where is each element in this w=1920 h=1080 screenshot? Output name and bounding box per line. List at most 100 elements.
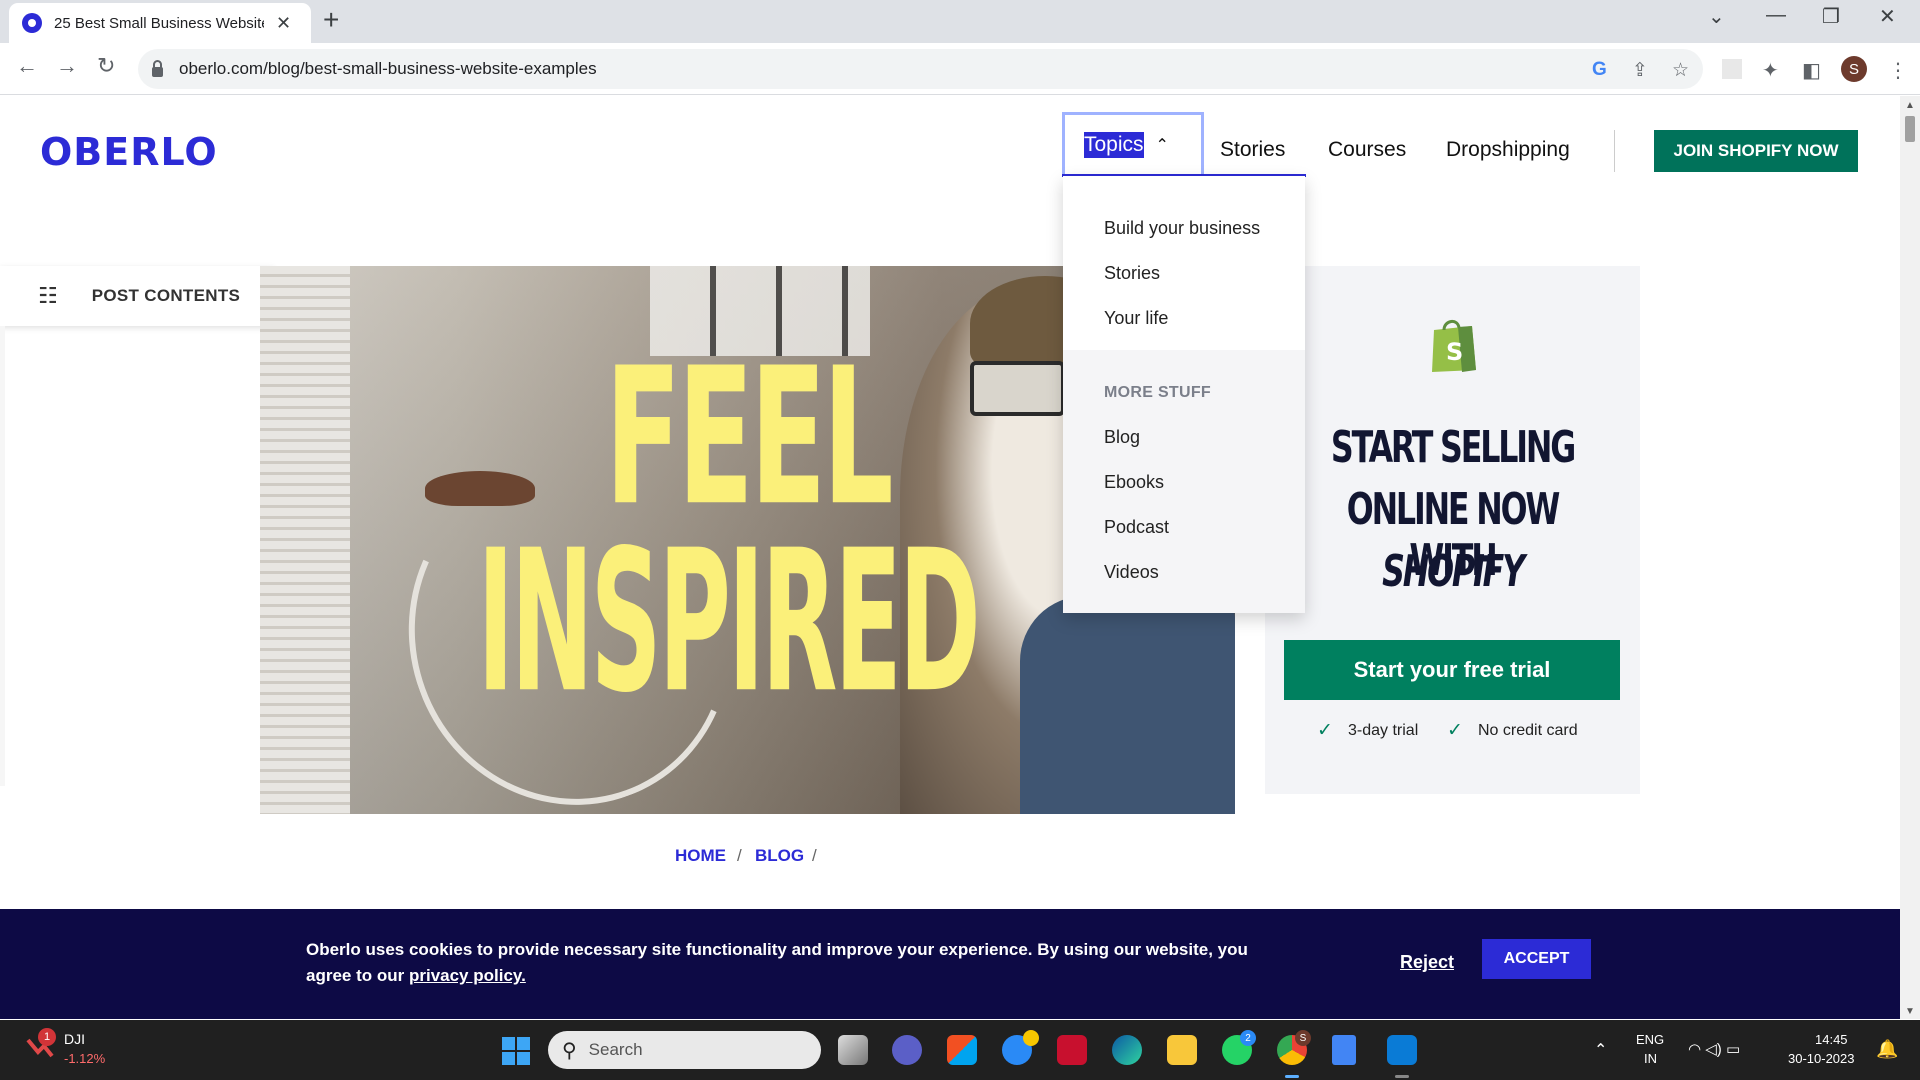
restore-icon[interactable]: ❐ — [1822, 4, 1840, 29]
trial-feature-2: No credit card — [1478, 722, 1578, 739]
post-contents-rail — [0, 326, 5, 786]
clock-date[interactable]: 30-10-2023 — [1788, 1051, 1855, 1066]
wifi-volume-battery-icon[interactable]: ◠ ◁) ▭ — [1688, 1040, 1740, 1058]
privacy-policy-link[interactable]: privacy policy. — [409, 966, 526, 985]
taskbar-search-placeholder: Search — [588, 1040, 643, 1059]
check-icon: ✓ — [1317, 720, 1333, 741]
side-panel-icon[interactable]: ◧ — [1802, 58, 1821, 83]
post-contents-label: POST CONTENTS — [91, 286, 241, 305]
reload-icon[interactable]: ↻ — [97, 53, 115, 79]
nav-topics-label: Topics — [1084, 131, 1144, 158]
join-shopify-button[interactable]: JOIN SHOPIFY NOW — [1654, 130, 1858, 172]
nav-stories[interactable]: Stories — [1220, 138, 1285, 162]
dropdown-item-blog[interactable]: Blog — [1104, 427, 1140, 448]
hero-jeans — [1020, 596, 1235, 814]
url-text[interactable]: oberlo.com/blog/best-small-business-webs… — [179, 59, 597, 79]
dropdown-item-build-your-business[interactable]: Build your business — [1104, 218, 1260, 239]
forward-icon[interactable]: → — [56, 53, 78, 79]
tab-search-chevron-icon[interactable]: ⌄ — [1708, 4, 1725, 29]
mcafee-icon[interactable] — [1057, 1035, 1087, 1065]
numbered-list-icon: ☷ — [38, 283, 58, 308]
edge-icon[interactable] — [1112, 1035, 1142, 1065]
oberlo-logo[interactable]: OBERLO — [40, 130, 218, 174]
stock-badge: 1 — [38, 1028, 56, 1046]
extensions-puzzle-icon[interactable]: ✦ — [1762, 58, 1779, 83]
back-icon[interactable]: ← — [16, 53, 38, 79]
language-code[interactable]: ENG — [1636, 1032, 1664, 1047]
minimize-icon[interactable]: — — [1766, 4, 1786, 27]
post-contents-toggle[interactable]: ☷ POST CONTENTS — [0, 266, 274, 326]
share-icon[interactable]: ⇪ — [1632, 59, 1648, 82]
oberlo-favicon-icon — [22, 13, 42, 33]
browser-menu-icon[interactable]: ⋮ — [1888, 58, 1908, 83]
breadcrumb-blog[interactable]: BLOG — [755, 846, 804, 866]
window-close-icon[interactable]: ✕ — [1879, 4, 1896, 29]
promo-headline-line3: SHOPIFY — [1382, 546, 1525, 597]
shopify-promo-card: S START SELLING ONLINE NOW WITH SHOPIFY … — [1265, 266, 1640, 794]
help-badge — [1023, 1030, 1039, 1046]
windows-taskbar: 1 DJI -1.12% ⚲ Search 2 S ⌃ ENG IN ◠ ◁) … — [0, 1020, 1920, 1080]
dropdown-item-videos[interactable]: Videos — [1104, 562, 1159, 583]
bookmark-star-icon[interactable]: ☆ — [1672, 59, 1689, 82]
hero-window-blinds — [260, 266, 350, 814]
teams-chat-icon[interactable] — [892, 1035, 922, 1065]
browser-tabstrip: 25 Best Small Business Website I ✕ + ⌄ —… — [0, 0, 1920, 43]
file-explorer-icon[interactable] — [1167, 1035, 1197, 1065]
cookie-banner: Oberlo uses cookies to provide necessary… — [0, 909, 1900, 1019]
lock-icon[interactable] — [152, 60, 163, 77]
chrome-active-indicator — [1285, 1075, 1299, 1078]
tray-overflow-chevron-icon[interactable]: ⌃ — [1594, 1040, 1607, 1060]
breadcrumb-separator: / — [812, 846, 817, 865]
shopify-bag-icon: S — [1432, 320, 1476, 372]
tab-close-icon[interactable]: ✕ — [276, 13, 291, 34]
breadcrumb-separator: / — [737, 846, 742, 865]
nav-topics[interactable]: Topics ⌃ — [1062, 112, 1204, 174]
google-lens-icon[interactable]: G — [1592, 59, 1607, 81]
scrollbar-thumb[interactable] — [1905, 116, 1915, 142]
accept-cookies-button[interactable]: ACCEPT — [1482, 939, 1591, 979]
address-bar[interactable]: oberlo.com/blog/best-small-business-webs… — [138, 49, 1703, 89]
nav-dropshipping[interactable]: Dropshipping — [1446, 138, 1570, 162]
vscode-icon[interactable] — [1387, 1035, 1417, 1065]
clock-time[interactable]: 14:45 — [1815, 1032, 1848, 1047]
new-tab-button[interactable]: + — [323, 4, 339, 36]
check-icon: ✓ — [1447, 720, 1463, 741]
svg-text:S: S — [1446, 338, 1463, 366]
vscode-running-indicator — [1395, 1075, 1409, 1078]
tab-title: 25 Best Small Business Website I — [54, 14, 264, 32]
whatsapp-badge: 2 — [1240, 1030, 1256, 1046]
dropdown-item-your-life[interactable]: Your life — [1104, 308, 1168, 329]
notification-bell-icon[interactable]: 🔔 — [1876, 1039, 1898, 1060]
dropdown-item-ebooks[interactable]: Ebooks — [1104, 472, 1164, 493]
breadcrumb-home[interactable]: HOME — [675, 846, 726, 866]
nav-divider — [1614, 130, 1615, 172]
taskbar-search[interactable]: ⚲ Search — [548, 1031, 821, 1069]
chrome-profile-badge: S — [1295, 1030, 1311, 1046]
google-docs-icon[interactable] — [1332, 1035, 1356, 1065]
scroll-down-icon[interactable]: ▼ — [1905, 1006, 1915, 1017]
browser-tab[interactable]: 25 Best Small Business Website I ✕ — [9, 3, 311, 43]
page-scrollbar[interactable]: ▲ ▼ — [1900, 96, 1920, 1019]
cookie-message: Oberlo uses cookies to provide necessary… — [306, 937, 1266, 989]
dropdown-item-stories[interactable]: Stories — [1104, 263, 1160, 284]
microsoft-store-icon[interactable] — [947, 1035, 977, 1065]
dropdown-item-podcast[interactable]: Podcast — [1104, 517, 1169, 538]
promo-headline-line1: START SELLING — [1330, 422, 1576, 473]
topics-dropdown-menu: Build your business Stories Your life MO… — [1063, 176, 1305, 613]
windows-start-icon[interactable] — [502, 1037, 530, 1065]
language-region[interactable]: IN — [1644, 1051, 1657, 1066]
nav-courses[interactable]: Courses — [1328, 138, 1406, 162]
profile-avatar[interactable]: S — [1841, 56, 1867, 82]
chevron-up-icon: ⌃ — [1155, 136, 1169, 154]
stock-change[interactable]: -1.12% — [64, 1051, 105, 1066]
search-icon: ⚲ — [562, 1039, 577, 1062]
reject-cookies-button[interactable]: Reject — [1400, 952, 1454, 973]
scroll-up-icon[interactable]: ▲ — [1905, 100, 1915, 111]
extension-icon[interactable] — [1722, 59, 1742, 79]
task-view-icon[interactable] — [838, 1035, 868, 1065]
start-free-trial-button[interactable]: Start your free trial — [1284, 640, 1620, 700]
trial-feature-1: 3-day trial — [1348, 722, 1419, 739]
web-page: OBERLO Topics ⌃ Stories Courses Dropship… — [0, 96, 1900, 1019]
hero-headline-line2: INSPIRED — [477, 508, 981, 736]
stock-name[interactable]: DJI — [64, 1031, 85, 1047]
